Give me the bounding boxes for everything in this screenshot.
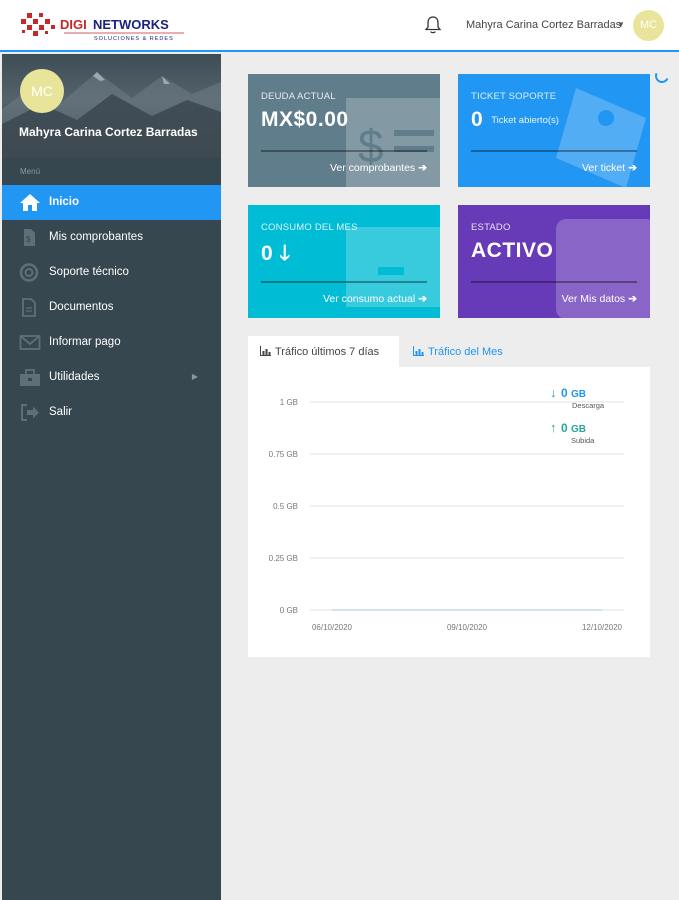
arrow-down-icon: ↓ (550, 385, 557, 400)
legend-subida-value: 0 GB (561, 421, 586, 435)
y-tick-label: 1 GB (280, 398, 298, 407)
card-title: TICKET SOPORTE (471, 91, 557, 102)
consumo-value: 0 (261, 242, 274, 265)
arrow-right-icon: ➔ (628, 293, 637, 305)
arrow-up-icon: ↑ (550, 420, 557, 435)
ver-consumo-actual-link[interactable]: Ver consumo actual ➔ (323, 293, 427, 305)
tab-trafico-del-mes[interactable]: Tráfico del Mes (400, 336, 530, 367)
sidebar-item-label: Mis comprobantes (49, 231, 143, 243)
ver-comprobantes-link[interactable]: Ver comprobantes ➔ (330, 162, 427, 174)
card-divider (261, 281, 427, 283)
card-value: 0 🡓 (261, 239, 291, 274)
sidebar-item-label: Inicio (49, 196, 80, 208)
y-tick-label: 0.5 GB (273, 502, 298, 511)
card-link-label: Ver ticket (582, 162, 626, 174)
home-icon (19, 193, 40, 212)
x-tick-label: 09/10/2020 (447, 623, 488, 632)
tab-label: Tráfico últimos 7 días (275, 346, 380, 358)
card-link-label: Ver consumo actual (322, 293, 416, 305)
sidebar-item-label: Salir (49, 406, 73, 418)
envelope-icon (19, 333, 41, 352)
receipt-icon: $ (19, 228, 39, 247)
arrow-right-icon: ➔ (628, 162, 637, 174)
arrow-right-icon: ➔ (418, 162, 427, 174)
notifications-bell-icon[interactable] (424, 15, 442, 35)
sidebar-item-salir[interactable]: Salir (2, 395, 221, 430)
sidebar-item-informar-pago[interactable]: Informar pago (2, 325, 221, 360)
card-value: ACTIVO (471, 239, 554, 262)
card-title: DEUDA ACTUAL (261, 91, 336, 102)
sidebar-item-label: Soporte técnico (49, 266, 129, 278)
lifebuoy-icon (19, 263, 39, 282)
legend-value: 0 (560, 421, 568, 435)
bar-chart-icon (413, 346, 424, 356)
svg-text:DIGI: DIGI (60, 17, 87, 32)
sign-out-icon (19, 403, 39, 422)
legend-value: 0 (560, 386, 568, 400)
diginetworks-logo[interactable]: DIGI NETWORKS SOLUCIONES & REDES (18, 10, 188, 42)
sidebar-item-label: Utilidades (49, 371, 100, 383)
chevron-right-icon: ▶ (191, 372, 198, 381)
card-value: MX$0.00 (261, 108, 349, 131)
x-tick-label: 06/10/2020 (312, 623, 353, 632)
menu-section-label: Menú (20, 167, 41, 176)
arrow-right-icon: ➔ (418, 293, 427, 305)
card-title: CONSUMO DEL MES (261, 222, 358, 233)
x-tick-label: 12/10/2020 (582, 623, 623, 632)
ver-ticket-link[interactable]: Ver ticket ➔ (582, 162, 637, 174)
legend-descarga-value: 0 GB (561, 386, 586, 400)
estado-card: ESTADO ACTIVO Ver Mis datos ➔ (458, 205, 650, 318)
sidebar-item-mis-comprobantes[interactable]: $ Mis comprobantes (2, 220, 221, 255)
card-divider (471, 150, 637, 152)
bar-chart-icon (260, 346, 271, 356)
y-tick-label: 0.25 GB (269, 554, 298, 563)
arrow-down-icon: 🡓 (279, 242, 291, 265)
sidebar-avatar: MC (20, 69, 64, 113)
card-link-label: Ver Mis datos (561, 293, 626, 305)
card-title: ESTADO (471, 222, 511, 233)
legend-descarga-label: Descarga (572, 401, 605, 410)
y-tick-label: 0 GB (280, 606, 298, 615)
sidebar-item-documentos[interactable]: Documentos (2, 290, 221, 325)
legend-subida: ↑ 0 GB (550, 419, 586, 437)
sidebar-item-soporte-tecnico[interactable]: Soporte técnico (2, 255, 221, 290)
card-link-label: Ver comprobantes (329, 162, 416, 174)
ticket-count: 0 (471, 108, 484, 131)
ver-mis-datos-link[interactable]: Ver Mis datos ➔ (562, 293, 637, 305)
sidebar: MC Mahyra Carina Cortez Barradas Menú In… (2, 54, 221, 900)
avatar[interactable]: MC (633, 10, 664, 41)
ticket-soporte-card: TICKET SOPORTE 0 Ticket abierto(s) Ver ti… (458, 74, 650, 187)
document-icon (19, 298, 39, 317)
profile-panel: MC Mahyra Carina Cortez Barradas (2, 54, 221, 158)
traffic-chart: 1 GB 0.75 GB 0.5 GB 0.25 GB 0 GB 06/10/2020 09… (269, 398, 624, 632)
tab-label: Tráfico del Mes (428, 346, 503, 358)
user-menu-name[interactable]: Mahyra Carina Cortez Barradas (466, 19, 621, 31)
ticket-sub-label: Ticket abierto(s) (491, 115, 559, 126)
card-divider (261, 150, 427, 152)
toolbox-icon (19, 368, 40, 387)
legend-unit: GB (570, 389, 586, 400)
card-divider (471, 281, 637, 283)
svg-text:$: $ (26, 235, 31, 244)
sidebar-item-label: Documentos (49, 301, 114, 313)
legend-descarga: ↓ 0 GB (550, 384, 586, 402)
caret-down-icon[interactable]: ▼ (617, 20, 625, 29)
top-header: DIGI NETWORKS SOLUCIONES & REDES Mahyra … (0, 0, 679, 52)
svg-text:SOLUCIONES & REDES: SOLUCIONES & REDES (94, 36, 174, 42)
traffic-chart-panel: 1 GB 0.75 GB 0.5 GB 0.25 GB 0 GB 06/10/2020 09… (248, 367, 650, 657)
loading-spinner-icon (653, 67, 671, 85)
sidebar-item-inicio[interactable]: Inicio (2, 185, 221, 220)
y-tick-label: 0.75 GB (269, 450, 298, 459)
deuda-actual-card: $ DEUDA ACTUAL MX$0.00 Ver comprobantes ➔ (248, 74, 440, 187)
sidebar-user-name: Mahyra Carina Cortez Barradas (19, 125, 198, 139)
sidebar-item-utilidades[interactable]: Utilidades ▶ (2, 360, 221, 395)
tab-trafico-ultimos-7-dias[interactable]: Tráfico últimos 7 días (248, 336, 399, 367)
svg-text:NETWORKS: NETWORKS (93, 17, 169, 32)
legend-unit: GB (570, 424, 586, 435)
legend-subida-label: Subida (571, 436, 595, 445)
card-value: 0 Ticket abierto(s) (471, 108, 559, 132)
sidebar-item-label: Informar pago (49, 336, 121, 348)
consumo-mes-card: CONSUMO DEL MES 0 🡓 Ver consumo actual ➔ (248, 205, 440, 318)
